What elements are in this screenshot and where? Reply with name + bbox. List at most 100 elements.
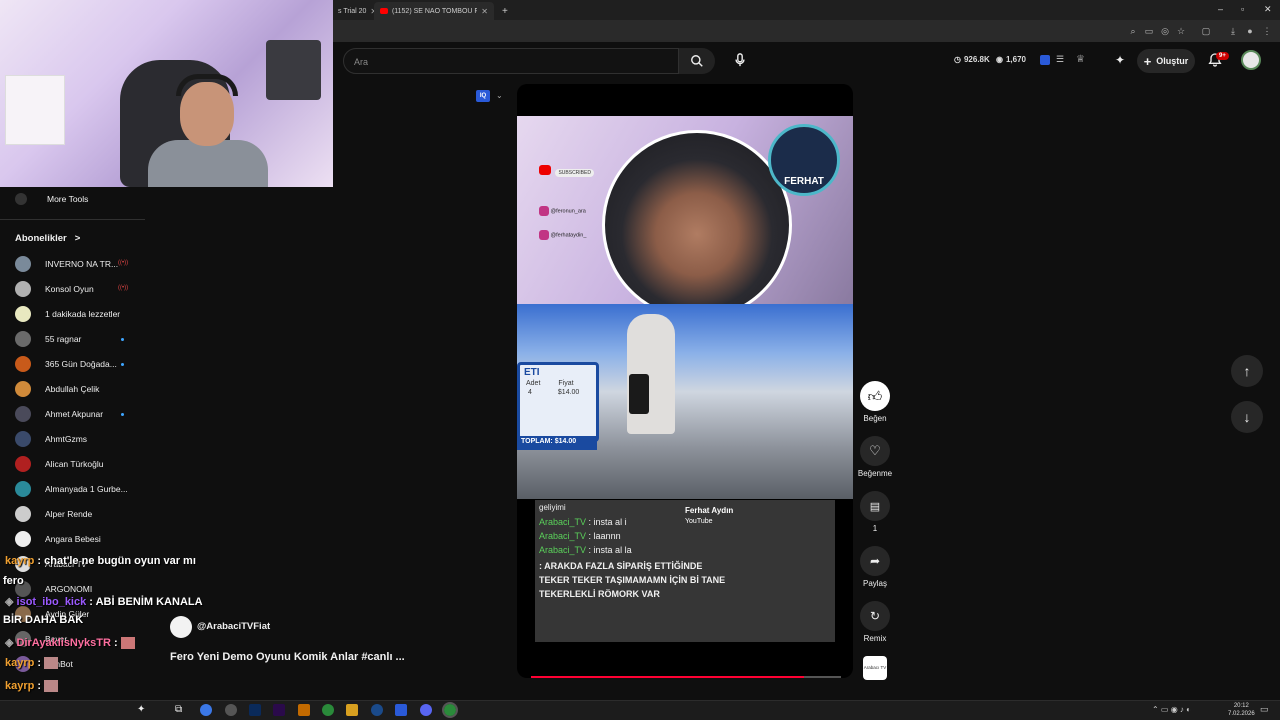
- stream-chat-line: Arabaci_TV : insta al la: [535, 543, 835, 557]
- sidebar-subscription-item[interactable]: INVERNO NA TR...: [15, 253, 118, 275]
- obs-icon[interactable]: [225, 704, 237, 716]
- steam-icon[interactable]: [371, 704, 383, 716]
- channel-handle[interactable]: @ArabaciTVFiat: [197, 621, 270, 632]
- browser-tab-active[interactable]: (1152) SE NÃO TOMBOU FOI M ✕: [374, 2, 494, 20]
- like-button[interactable]: 👍︎ Beğen: [855, 381, 895, 423]
- premiere-icon[interactable]: [273, 704, 285, 716]
- channel-avatar[interactable]: [170, 616, 192, 638]
- search-button[interactable]: [679, 48, 715, 74]
- arrow-up-icon: ↑: [1243, 363, 1251, 379]
- next-short-button[interactable]: ↓: [1231, 401, 1263, 433]
- sparkle-icon[interactable]: ✦: [137, 704, 149, 716]
- sidebar-subscription-item[interactable]: 55 ragnar: [15, 328, 81, 350]
- iq-extension-icon[interactable]: [1040, 55, 1050, 65]
- download-icon[interactable]: ⤓: [1228, 26, 1238, 36]
- stream-banner-name: Ferhat Aydın: [685, 506, 734, 515]
- channel-avatar-icon: [15, 256, 31, 272]
- cast-icon[interactable]: ▭: [1144, 26, 1154, 36]
- list-icon[interactable]: ☰: [1056, 54, 1064, 65]
- trophy-icon[interactable]: ♕: [1076, 54, 1085, 65]
- youtube-icon: [539, 164, 551, 175]
- tray-date: 7.02.2026: [1228, 711, 1255, 717]
- app2-icon[interactable]: [395, 704, 407, 716]
- tab-close-icon[interactable]: ✕: [481, 7, 488, 16]
- app-icon[interactable]: [298, 704, 310, 716]
- create-button[interactable]: + Oluştur: [1137, 49, 1195, 73]
- sidebar-subscription-item[interactable]: Almanyada 1 Gurbe...: [15, 478, 128, 500]
- voice-search-button[interactable]: [727, 47, 753, 73]
- account-avatar[interactable]: [1241, 50, 1261, 70]
- chat-text: :: [37, 657, 42, 669]
- eye-off-icon[interactable]: ◎: [1160, 26, 1170, 36]
- chat-text: :: [113, 637, 118, 649]
- star-icon[interactable]: ☆: [1176, 26, 1186, 36]
- new-tab-button[interactable]: +: [496, 2, 514, 20]
- minimize-icon[interactable]: –: [1218, 4, 1223, 14]
- instagram-handle: @feronun_ara: [539, 206, 586, 216]
- sidebar-subscription-item[interactable]: Konsol Oyun: [15, 278, 94, 300]
- stream-chat-text: : insta al la: [588, 545, 632, 555]
- chat-message: kayrp : chat'le ne bugün oyun var mı: [5, 555, 196, 567]
- channel-avatar-icon: [15, 431, 31, 447]
- chat-message: BİR DAHA BAK: [3, 614, 83, 626]
- zoom-icon[interactable]: ⌕: [1128, 26, 1138, 36]
- chat-message: fero: [3, 575, 24, 587]
- sidebar-subscription-item[interactable]: 365 Gün Doğada...: [15, 353, 117, 375]
- progress-fill: [531, 676, 804, 678]
- youtube-favicon-icon: [380, 8, 388, 14]
- chrome-active-icon[interactable]: [442, 702, 458, 718]
- like-label: Beğen: [863, 414, 887, 423]
- headphones: [176, 74, 238, 96]
- share-button[interactable]: ➦ Paylaş: [855, 546, 895, 588]
- comments-button[interactable]: ▤ 1: [855, 491, 895, 533]
- notifications-badge: 9+: [1216, 52, 1229, 60]
- comment-icon: ▤: [860, 491, 890, 521]
- subscriptions-title: Abonelikler: [15, 233, 67, 244]
- notification-center-icon[interactable]: ▭: [1260, 704, 1269, 715]
- task-view-icon[interactable]: ⧉: [175, 704, 187, 716]
- sidebar-subscription-item[interactable]: AhmtGzms: [15, 428, 87, 450]
- menu-icon[interactable]: ⋮: [1262, 26, 1272, 36]
- profile-icon[interactable]: ●: [1245, 26, 1255, 36]
- chat-text: : chat'le ne bugün oyun var mı: [37, 555, 196, 567]
- video-title[interactable]: Fero Yeni Demo Oyunu Komik Anlar #canlı …: [170, 651, 405, 663]
- chat-text: BİR DAHA BAK: [3, 614, 84, 626]
- dislike-button[interactable]: ♡ Beğenme: [855, 436, 895, 478]
- iq-widget-icon[interactable]: IQ: [476, 90, 490, 102]
- tray-clock[interactable]: 20:12 7.02.2026: [1228, 702, 1255, 718]
- tray-icons[interactable]: ⌃ ▭ ◉ ♪ ◐: [1152, 705, 1191, 714]
- new-content-dot: [121, 413, 124, 416]
- sidebar-subscription-item[interactable]: Alper Rende: [15, 503, 92, 525]
- chrome-icon[interactable]: [322, 704, 334, 716]
- stream-banner-youtube: YouTube: [685, 518, 713, 525]
- remix-button[interactable]: ↻ Remix: [855, 601, 895, 643]
- sidebar-subscription-item[interactable]: Angara Bebesi: [15, 528, 101, 550]
- adet-value: 4: [528, 389, 532, 396]
- upload-icon[interactable]: ✦: [1115, 53, 1125, 67]
- thumbs-down-icon: ♡: [860, 436, 890, 466]
- person-shirt: [148, 140, 268, 187]
- taskbar: [0, 700, 1280, 720]
- chevron-down-icon[interactable]: ⌄: [496, 91, 503, 100]
- channel-thumb[interactable]: Arabacı TV: [863, 656, 887, 680]
- maximize-icon[interactable]: ▫: [1241, 4, 1244, 14]
- progress-track[interactable]: [531, 676, 841, 678]
- sidebar-subscription-item[interactable]: 1 dakikada lezzetler: [15, 303, 120, 325]
- clock-icon: ◷: [954, 55, 961, 64]
- sidebar-subscription-item[interactable]: Alican Türkoğlu: [15, 453, 103, 475]
- photoshop-icon[interactable]: [249, 704, 261, 716]
- search-input[interactable]: Ara: [343, 48, 679, 74]
- folder-icon[interactable]: [346, 704, 358, 716]
- sidebar-item-label: Konsol Oyun: [45, 284, 94, 294]
- subscriptions-header[interactable]: Abonelikler >: [15, 233, 80, 244]
- more-tools-link[interactable]: More Tools: [47, 194, 88, 204]
- extensions-icon[interactable]: ▢: [1201, 26, 1211, 36]
- copilot-icon[interactable]: [200, 704, 212, 716]
- chat-username: isot_ibo_kick: [16, 596, 87, 608]
- close-window-icon[interactable]: ✕: [1264, 4, 1272, 15]
- discord-icon[interactable]: [420, 704, 432, 716]
- previous-short-button[interactable]: ↑: [1231, 355, 1263, 387]
- sidebar-subscription-item[interactable]: Ahmet Akpunar: [15, 403, 103, 425]
- shorts-player[interactable]: SUBSCRIBED @feronun_ara @ferhataydin_ FE…: [517, 84, 853, 678]
- sidebar-subscription-item[interactable]: Abdullah Çelik: [15, 378, 99, 400]
